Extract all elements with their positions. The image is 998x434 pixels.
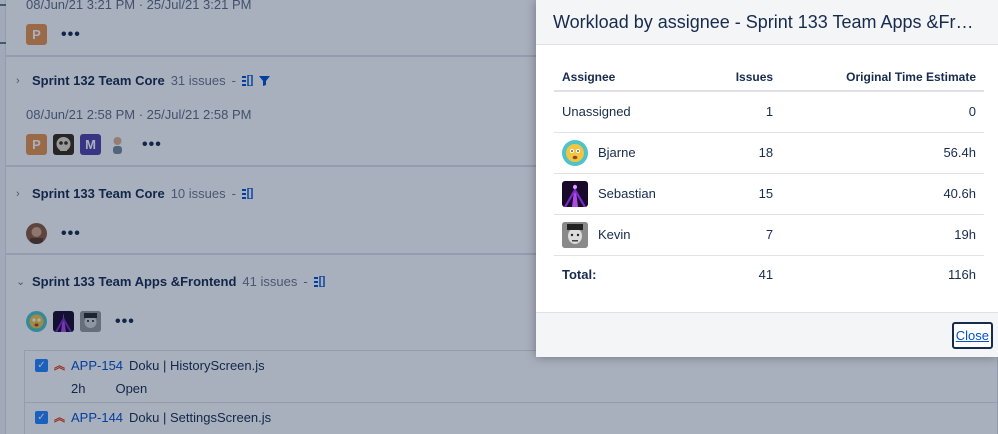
issue-count-cell: 1 xyxy=(706,91,782,133)
assignee-name: Sebastian xyxy=(598,186,656,201)
dialog-title: Workload by assignee - Sprint 133 Team A… xyxy=(536,0,998,45)
estimate-cell: 19h xyxy=(781,214,984,256)
total-row: Total: 41 116h xyxy=(554,255,984,293)
emoji-face-icon xyxy=(566,143,584,162)
estimate-cell: 56.4h xyxy=(781,132,984,174)
bw-face-icon xyxy=(562,221,588,248)
table-row: Unassigned 1 0 xyxy=(554,91,984,133)
purple-figure-icon xyxy=(564,182,586,207)
avatar xyxy=(562,180,588,207)
avatar xyxy=(562,221,588,248)
workload-table: Assignee Issues Original Time Estimate U… xyxy=(554,63,984,293)
close-button[interactable]: Close xyxy=(951,322,993,349)
assignee-name: Unassigned xyxy=(554,91,707,133)
total-issues: 41 xyxy=(758,266,774,282)
table-row: Bjarne 18 56.4h xyxy=(554,132,984,174)
avatar xyxy=(562,139,588,166)
dialog-footer: Close xyxy=(536,312,998,357)
assignee-name: Bjarne xyxy=(598,145,636,160)
column-header-estimate: Original Time Estimate xyxy=(781,63,984,92)
assignee-name: Kevin xyxy=(598,227,631,242)
issue-count-cell: 7 xyxy=(706,214,782,256)
workload-dialog: Workload by assignee - Sprint 133 Team A… xyxy=(536,0,998,357)
table-row: Sebastian 15 40.6h xyxy=(554,173,984,215)
column-header-assignee: Assignee xyxy=(554,63,707,92)
table-row: Kevin 7 19h xyxy=(554,214,984,256)
total-label: Total: xyxy=(562,266,597,282)
estimate-cell: 40.6h xyxy=(781,173,984,215)
column-header-issues: Issues xyxy=(706,63,782,92)
issue-count-cell: 18 xyxy=(706,132,782,174)
estimate-cell: 0 xyxy=(781,91,984,133)
issue-count-cell: 15 xyxy=(706,173,782,215)
total-estimate: 116h xyxy=(948,266,976,282)
